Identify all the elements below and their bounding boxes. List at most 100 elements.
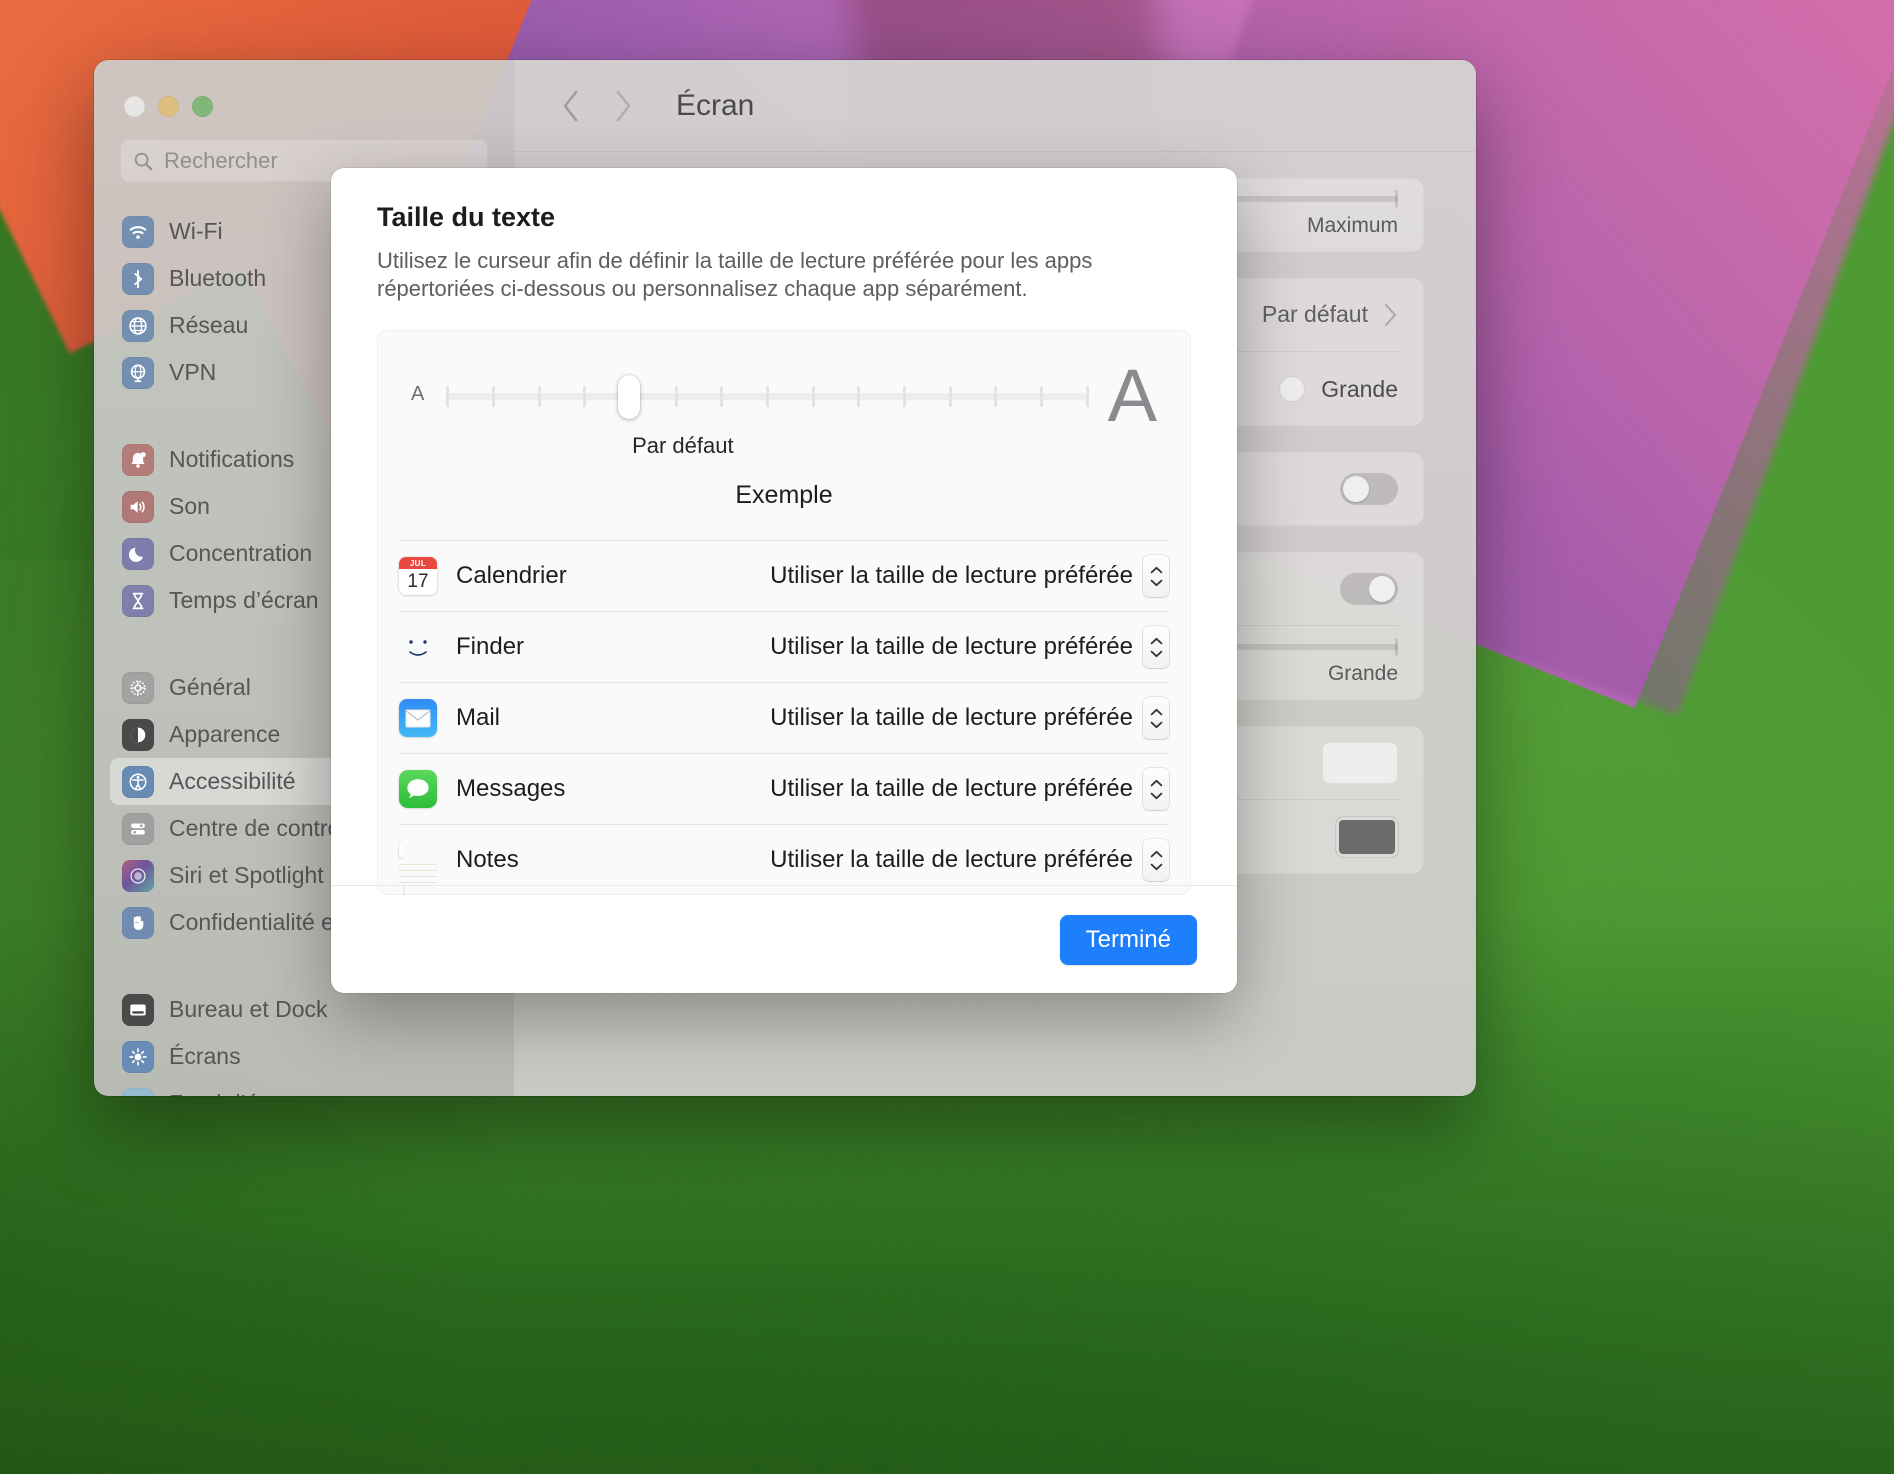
stepper-control[interactable] xyxy=(1143,697,1169,740)
text-size-slider[interactable] xyxy=(446,374,1089,419)
dialog-description: Utilisez le curseur afin de définir la t… xyxy=(377,248,1093,301)
slider-tick xyxy=(492,385,495,407)
calendar-day-label: 17 xyxy=(407,571,429,593)
sidebar-item-label: Siri et Spotlight xyxy=(169,862,324,888)
example-preview-text: Exemple xyxy=(735,481,833,510)
slider-tick xyxy=(765,385,769,407)
sidebar-item-label: Apparence xyxy=(169,721,281,747)
sidebar-item-desktop-dock[interactable]: Bureau et Dock xyxy=(110,986,498,1033)
stepper-control[interactable] xyxy=(1143,555,1169,598)
sidebar-item-label: Bluetooth xyxy=(169,265,267,291)
close-button[interactable] xyxy=(124,96,145,117)
bell-icon xyxy=(122,443,154,476)
slider-tick xyxy=(583,385,587,407)
large-a-label: A xyxy=(1107,354,1157,437)
app-size-value: Utiliser la taille de lecture préférée xyxy=(770,846,1133,874)
radio-option-grande[interactable]: Grande xyxy=(1279,376,1398,403)
stepper-control[interactable] xyxy=(1143,768,1169,811)
outline-color-button[interactable] xyxy=(1322,741,1398,784)
radio-button[interactable] xyxy=(1279,376,1306,402)
app-name: Messages xyxy=(456,775,566,803)
chevron-right-icon[interactable] xyxy=(610,86,636,126)
sidebar-item-label: Notifications xyxy=(169,446,295,472)
finder-icon xyxy=(399,628,437,666)
calendar-icon: JUL 17 xyxy=(399,557,437,596)
sidebar-item-label: Écrans xyxy=(169,1043,241,1069)
app-size-popup[interactable]: Utiliser la taille de lecture préférée xyxy=(770,697,1169,740)
text-size-dialog: Taille du texte Utilisez le curseur afin… xyxy=(331,168,1237,993)
appearance-icon xyxy=(122,718,154,751)
detail-toolbar: Écran xyxy=(514,60,1476,152)
mail-icon xyxy=(399,699,437,738)
sidebar-item-label: Réseau xyxy=(169,312,249,338)
moon-icon xyxy=(122,537,154,570)
app-row[interactable]: JUL 17 Calendrier Utiliser la taille de … xyxy=(399,540,1169,611)
search-placeholder: Rechercher xyxy=(164,147,278,173)
control-center-icon xyxy=(122,812,154,845)
calendar-month-label: JUL xyxy=(399,557,437,570)
gear-icon xyxy=(122,671,154,704)
notes-icon xyxy=(399,841,437,896)
sidebar-item-label: Accessibilité xyxy=(169,768,296,794)
app-name: Finder xyxy=(456,633,525,661)
app-size-popup[interactable]: Utiliser la taille de lecture préférée xyxy=(770,626,1169,669)
pointer-fill-color-swatch[interactable] xyxy=(1336,817,1398,857)
chevron-up-icon xyxy=(1150,637,1162,644)
done-button[interactable]: Terminé xyxy=(1059,914,1197,965)
slider-knob[interactable] xyxy=(618,374,640,419)
app-size-value: Utiliser la taille de lecture préférée xyxy=(770,562,1133,590)
sidebar-item-wallpaper[interactable]: Fond d’écran xyxy=(110,1080,498,1096)
slider-tick xyxy=(674,385,678,407)
wallpaper-icon xyxy=(122,1087,154,1096)
chevron-down-icon xyxy=(1150,721,1162,728)
slider-tick xyxy=(902,385,906,407)
chevron-up-icon xyxy=(1150,850,1162,857)
chevron-down-icon xyxy=(1150,792,1162,799)
sidebar-item-label: Bureau et Dock xyxy=(169,996,328,1022)
toggle-switch-on[interactable] xyxy=(1340,572,1398,605)
sidebar-item-label: Concentration xyxy=(169,540,313,566)
stepper-control[interactable] xyxy=(1143,626,1169,669)
messages-icon xyxy=(399,770,437,809)
app-name: Notes xyxy=(456,846,519,874)
sidebar-item-label: Général xyxy=(169,674,251,700)
chevron-left-icon[interactable] xyxy=(558,86,584,126)
slider-tick xyxy=(994,385,998,407)
app-row[interactable]: Mail Utiliser la taille de lecture préfé… xyxy=(399,682,1169,753)
row-value: Par défaut xyxy=(1261,301,1368,327)
sidebar-group-desktop: Bureau et Dock Écrans Fond d’écran xyxy=(94,986,514,1096)
app-size-value: Utiliser la taille de lecture préférée xyxy=(770,775,1133,803)
chevron-up-icon xyxy=(1150,708,1162,715)
small-a-label: A xyxy=(411,383,425,406)
chevron-down-icon xyxy=(1150,863,1162,870)
minimize-button[interactable] xyxy=(158,96,179,117)
siri-icon xyxy=(122,859,154,892)
bluetooth-icon xyxy=(122,262,154,295)
app-row[interactable]: Finder Utiliser la taille de lecture pré… xyxy=(399,611,1169,682)
slider-tick xyxy=(857,385,861,407)
app-row[interactable]: Messages Utiliser la taille de lecture p… xyxy=(399,753,1169,824)
row-value-group[interactable]: Par défaut xyxy=(1262,301,1398,328)
window-controls xyxy=(94,60,514,117)
stepper-control[interactable] xyxy=(1143,839,1169,882)
sidebar-item-displays[interactable]: Écrans xyxy=(110,1033,498,1080)
slider-tick xyxy=(720,385,724,407)
chevron-up-icon xyxy=(1150,566,1162,573)
hand-icon xyxy=(122,906,154,939)
app-size-popup[interactable]: Utiliser la taille de lecture préférée xyxy=(770,768,1169,811)
radio-label: Grande xyxy=(1321,375,1398,402)
slider-tick xyxy=(1039,385,1043,407)
brightness-icon xyxy=(122,1040,154,1073)
app-size-value: Utiliser la taille de lecture préférée xyxy=(770,704,1133,732)
app-size-value: Utiliser la taille de lecture préférée xyxy=(770,633,1133,661)
hourglass-icon xyxy=(122,584,154,617)
chevron-down-icon xyxy=(1150,650,1162,657)
chevron-down-icon xyxy=(1150,579,1162,586)
text-size-slider-area: A A xyxy=(377,330,1191,437)
maximize-button[interactable] xyxy=(192,96,213,117)
app-size-popup[interactable]: Utiliser la taille de lecture préférée xyxy=(770,555,1169,598)
slider-tick xyxy=(811,385,815,407)
toggle-switch-off[interactable] xyxy=(1340,473,1398,505)
slider-caption: Par défaut xyxy=(377,433,1191,459)
app-size-popup[interactable]: Utiliser la taille de lecture préférée xyxy=(770,839,1169,882)
